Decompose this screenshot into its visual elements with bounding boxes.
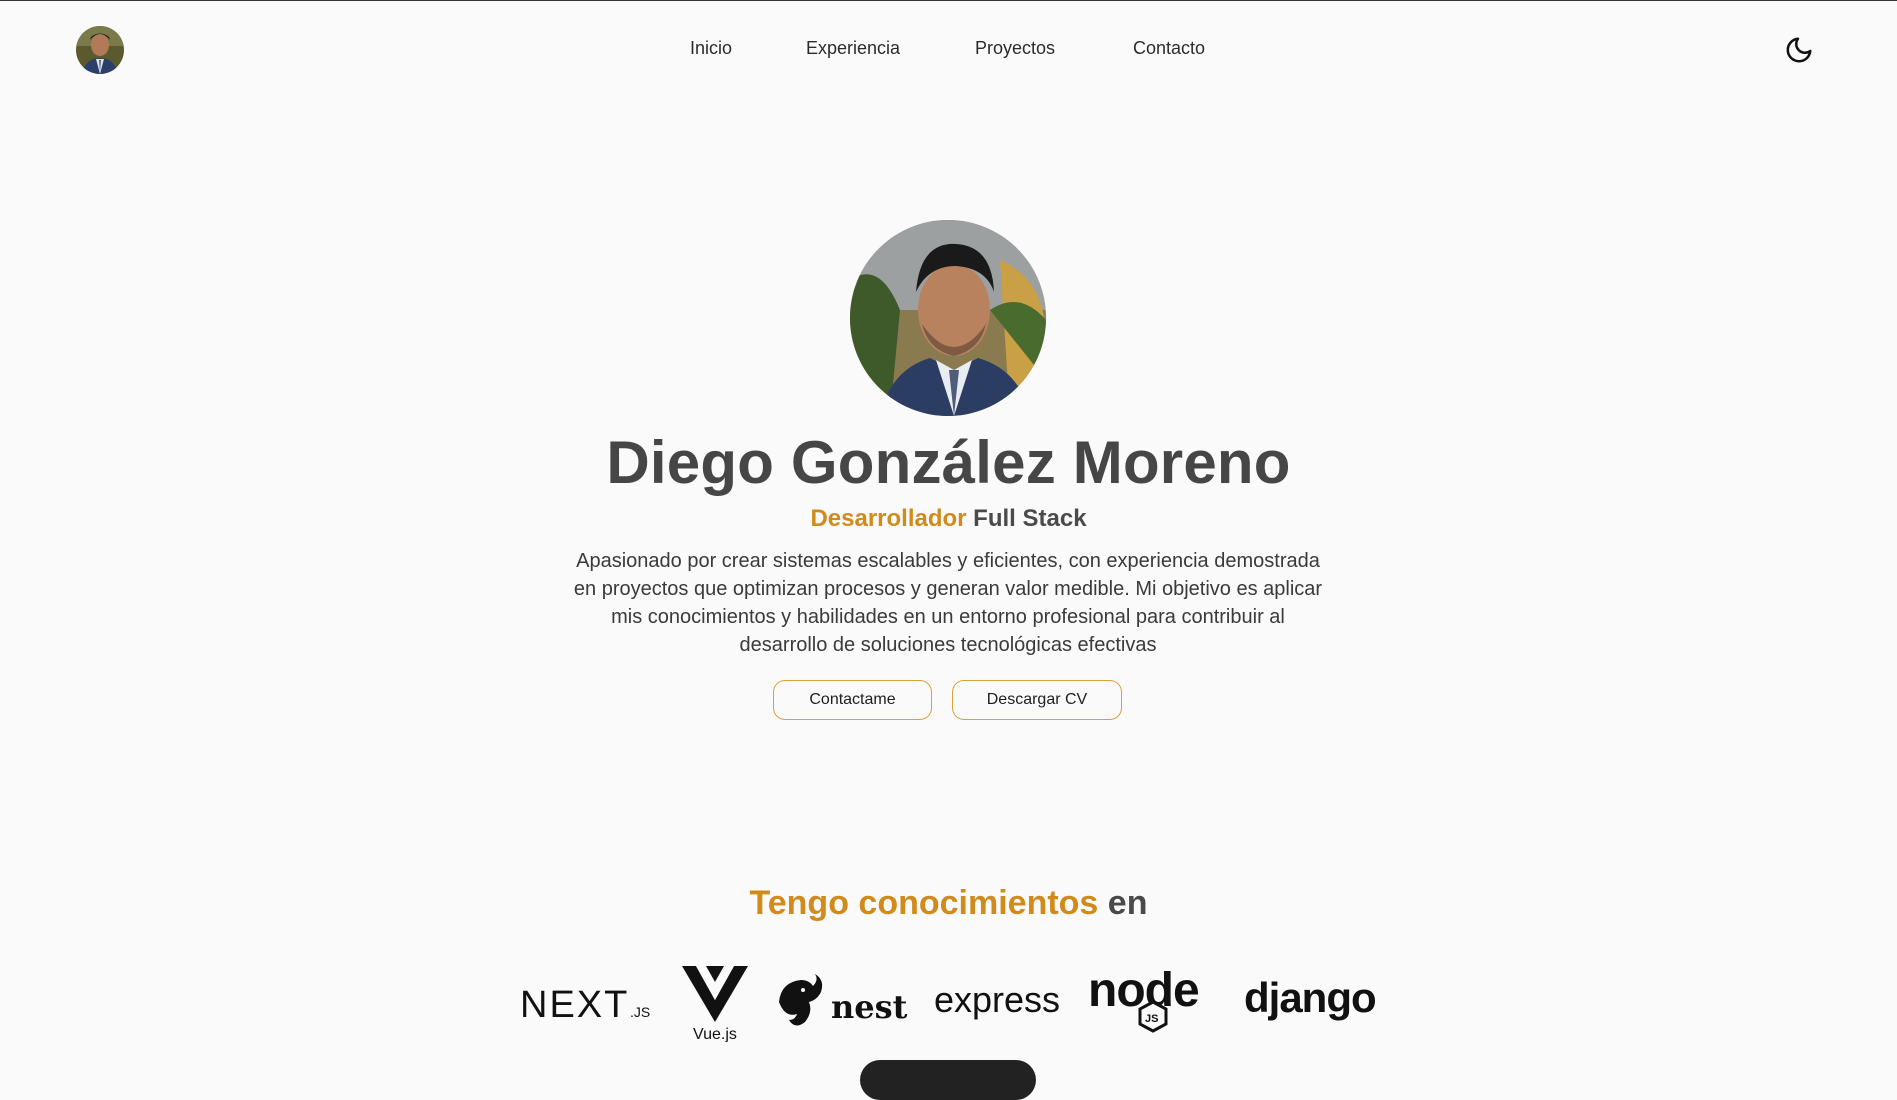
hero-name: Diego González Moreno: [606, 429, 1291, 496]
floating-toolbar[interactable]: [860, 1060, 1036, 1100]
skills-title-rest: en: [1107, 884, 1148, 922]
hero-role-accent: Desarrollador: [810, 505, 967, 532]
vuejs-logo-text: Vue.js: [693, 1026, 737, 1042]
nextjs-logo-text: NEXT: [520, 984, 629, 1026]
vuejs-logo: Vue.js: [680, 960, 750, 1042]
express-logo-text: express: [934, 979, 1060, 1020]
contact-button[interactable]: Contactame: [773, 680, 932, 720]
django-logo: django: [1244, 960, 1380, 1042]
profile-photo: [850, 220, 1046, 416]
download-cv-button[interactable]: Descargar CV: [952, 680, 1122, 720]
hero-role: Desarrollador Full Stack: [0, 505, 1897, 533]
site-header: Inicio Experiencia Proyectos Contacto: [0, 0, 1897, 100]
nav-link-contacto[interactable]: Contacto: [1133, 38, 1205, 59]
skills-title: Tengo conocimientos en: [0, 884, 1897, 923]
nestjs-logo-text: nest: [831, 988, 908, 1026]
nav-link-inicio[interactable]: Inicio: [690, 38, 732, 59]
django-logo-text: django: [1244, 974, 1376, 1021]
nav-link-experiencia[interactable]: Experiencia: [806, 38, 900, 59]
nav-link-proyectos[interactable]: Proyectos: [975, 38, 1055, 59]
hero-role-rest: Full Stack: [973, 505, 1087, 532]
nextjs-logo: NEXT .JS: [518, 960, 654, 1042]
express-logo: express: [932, 960, 1062, 1042]
moon-icon[interactable]: [1784, 35, 1814, 65]
nodejs-logo: node JS: [1088, 960, 1218, 1042]
nodejs-logo-badge: JS: [1145, 1013, 1158, 1025]
skills-title-accent: Tengo conocimientos: [749, 884, 1099, 922]
nextjs-logo-suffix: .JS: [630, 1004, 650, 1020]
main-nav: Inicio Experiencia Proyectos Contacto: [0, 38, 1897, 62]
nestjs-logo: nest: [775, 960, 911, 1042]
hero-description: Apasionado por crear sistemas escalables…: [573, 550, 1323, 656]
